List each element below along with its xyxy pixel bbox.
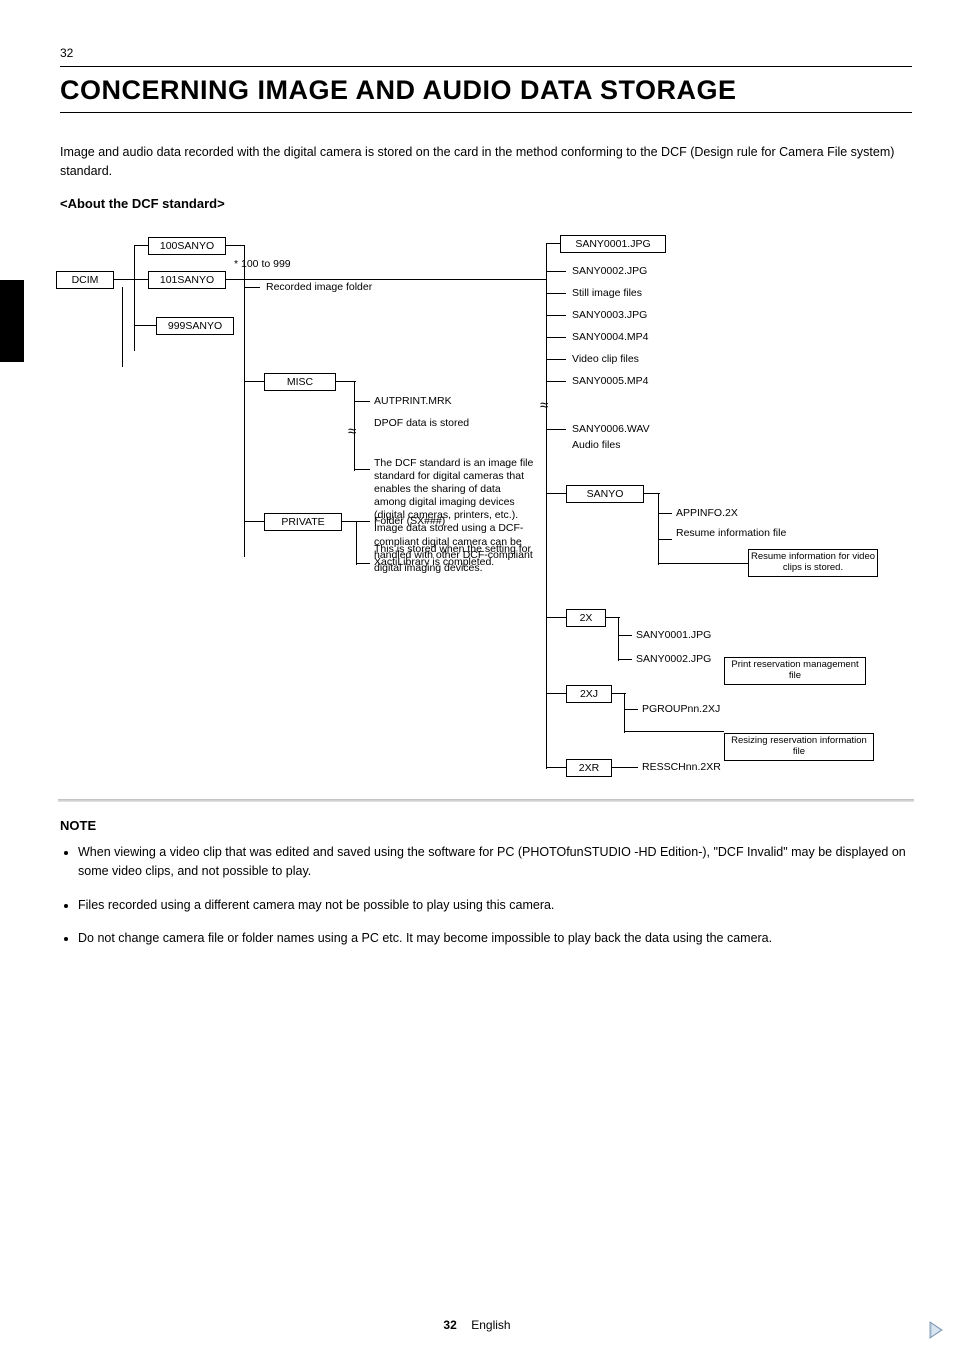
- dcf-section-heading: <About the DCF standard>: [60, 196, 912, 211]
- 2x-box: 2X: [566, 609, 606, 627]
- video-clip-files-label: Video clip files: [572, 353, 676, 366]
- resume-box: Resume information for video clips is st…: [748, 549, 878, 577]
- pgroup-box: Print reservation management file: [724, 657, 866, 685]
- 2xr-box: 2XR: [566, 759, 612, 777]
- page-number-top-text: 32: [60, 46, 73, 60]
- title-rule-top: [60, 66, 912, 67]
- recorded-folder-label: Recorded image folder: [266, 281, 372, 294]
- still-image-files-label: Still image files: [572, 287, 676, 300]
- file-row: SANY0002.JPG: [572, 265, 647, 278]
- title-rule-bot: [60, 112, 912, 113]
- note-item: Files recorded using a different camera …: [78, 896, 912, 915]
- dpof-note: DPOF data is stored: [374, 417, 514, 430]
- file-row: SANY0006.WAV: [572, 423, 650, 436]
- sx-folder-note: This is stored when the setting for Xact…: [374, 543, 538, 569]
- file-row: SANY0005.MP4: [572, 375, 648, 388]
- misc-box: MISC: [264, 373, 336, 391]
- note-heading: NOTE: [60, 818, 912, 833]
- appinfo-text: APPINFO.2X: [676, 507, 738, 520]
- 101sanyo-box: 101SANYO: [148, 271, 226, 289]
- file-row: SANY0001.JPG: [560, 235, 666, 253]
- footer: 32 English: [0, 1316, 954, 1334]
- intro-paragraph: Image and audio data recorded with the d…: [60, 143, 912, 182]
- page-number-top: 32: [60, 46, 912, 60]
- page-title: CONCERNING IMAGE AND AUDIO DATA STORAGE: [60, 75, 912, 106]
- resume-caption: Resume information file: [676, 527, 826, 540]
- private-box: PRIVATE: [264, 513, 342, 531]
- sanyo-box: SANYO: [566, 485, 644, 503]
- note-item: Do not change camera file or folder name…: [78, 929, 912, 948]
- file-row: SANY0003.JPG: [572, 309, 647, 322]
- page-number-bottom: 32: [443, 1318, 456, 1332]
- 2x-file1: SANY0001.JPG: [636, 629, 711, 642]
- folder-diagram: DCIM 100SANYO 101SANYO * 100 to 999 999S…: [56, 225, 912, 785]
- notes-list: When viewing a video clip that was edite…: [60, 843, 912, 949]
- file-row: SANY0004.MP4: [572, 331, 648, 344]
- star-note: * 100 to 999: [234, 258, 291, 271]
- sx-folder: Folder (SX###): [374, 515, 445, 528]
- side-tab: [0, 280, 24, 362]
- ressch-text: RESSCHnn.2XR: [642, 761, 721, 774]
- audio-files-label: Audio files: [572, 439, 620, 452]
- note-item: When viewing a video clip that was edite…: [78, 843, 912, 882]
- pgroup-text: PGROUPnn.2XJ: [642, 703, 720, 716]
- 2x-file2: SANY0002.JPG: [636, 653, 711, 666]
- ressch-box: Resizing reservation information file: [724, 733, 874, 761]
- 2xj-box: 2XJ: [566, 685, 612, 703]
- autprint-text: AUTPRINT.MRK: [374, 395, 452, 408]
- 999sanyo-box: 999SANYO: [156, 317, 234, 335]
- divider: [58, 799, 914, 802]
- dcim-box: DCIM: [56, 271, 114, 289]
- 100sanyo-box: 100SANYO: [148, 237, 226, 255]
- page-lang-bottom: English: [471, 1318, 510, 1332]
- continue-icon: [926, 1320, 946, 1340]
